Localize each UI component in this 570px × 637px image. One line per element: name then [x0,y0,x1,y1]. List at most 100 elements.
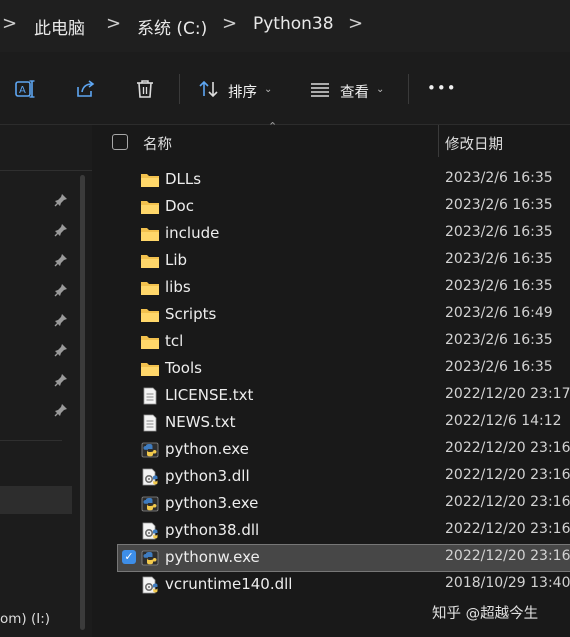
rename-icon[interactable]: A [14,78,36,100]
column-header-row: ⌃ 名称 修改日期 [98,120,570,159]
chevron-down-icon: ⌄ [376,84,385,95]
file-modified-date: 2023/2/6 16:35 [445,359,553,375]
folder-icon [140,306,160,324]
breadcrumb-separator: > [2,13,18,34]
view-list-icon [311,83,329,97]
file-row[interactable]: python3.exe 2022/12/20 23:16 [118,491,570,517]
file-name: include [165,224,220,242]
sort-ascending-icon: ⌃ [268,120,278,133]
nav-item-selected[interactable] [0,486,72,514]
file-modified-date: 2022/12/20 23:16 [445,521,570,537]
file-name: python.exe [165,440,249,458]
toolbar-divider [408,74,409,104]
select-all-checkbox[interactable] [112,134,128,150]
chevron-down-icon: ⌄ [264,84,273,95]
file-row[interactable]: python3.dll 2022/12/20 23:16 [118,464,570,490]
dll-file-icon [140,522,160,540]
file-name: LICENSE.txt [165,386,254,404]
file-row[interactable]: ✓ pythonw.exe 2022/12/20 23:16 [117,544,570,572]
folder-icon [140,333,160,351]
file-name: pythonw.exe [165,548,260,566]
file-modified-date: 2023/2/6 16:35 [445,224,553,240]
pin-icon[interactable] [54,223,68,237]
python-exe-icon [140,441,160,459]
dll-file-icon [140,468,160,486]
file-row[interactable]: python.exe 2022/12/20 23:16 [118,437,570,463]
file-row[interactable]: LICENSE.txt 2022/12/20 23:17 [118,383,570,409]
file-name: python3.exe [165,494,259,512]
text-file-icon [140,387,160,405]
file-name: python3.dll [165,467,250,485]
file-modified-date: 2023/2/6 16:35 [445,197,553,213]
column-header-modified[interactable]: 修改日期 [445,133,503,154]
file-name: libs [165,278,191,296]
folder-icon [140,171,160,189]
view-label: 查看 [340,85,369,101]
file-modified-date: 2023/2/6 16:35 [445,170,553,186]
breadcrumb-item-this-pc[interactable]: 此电脑 [34,14,85,39]
file-name: NEWS.txt [165,413,236,431]
share-icon[interactable] [74,78,96,100]
folder-icon [140,252,160,270]
pin-icon[interactable] [54,313,68,327]
file-modified-date: 2018/10/29 13:40 [445,575,570,591]
pin-icon[interactable] [54,253,68,267]
breadcrumb-separator[interactable]: > [222,13,237,34]
file-name: tcl [165,332,184,350]
file-row[interactable]: Doc 2023/2/6 16:35 [118,194,570,220]
nav-item-drive[interactable]: om) (I:) [0,611,50,627]
nav-divider [0,440,62,441]
file-row[interactable]: libs 2023/2/6 16:35 [118,275,570,301]
pin-icon[interactable] [54,343,68,357]
file-row[interactable]: DLLs 2023/2/6 16:35 [118,167,570,193]
text-file-icon [140,414,160,432]
python-exe-icon [140,495,160,513]
row-checkbox[interactable]: ✓ [122,550,136,564]
file-explorer-window: > 此电脑 > 系统 (C:) > Python38 > A 排序 ⌄ 查看 ⌄… [0,0,570,637]
toolbar-divider [179,74,180,104]
column-header-name[interactable]: 名称 [143,133,172,154]
file-name: Lib [165,251,188,269]
file-name: DLLs [165,170,202,188]
pin-icon[interactable] [54,193,68,207]
breadcrumb-separator[interactable]: > [106,13,121,34]
file-modified-date: 2022/12/20 23:16 [445,467,570,483]
file-name: Tools [165,359,202,377]
file-row[interactable]: NEWS.txt 2022/12/6 14:12 [118,410,570,436]
trash-icon[interactable] [134,78,156,100]
address-bar[interactable]: > 此电脑 > 系统 (C:) > Python38 > [0,0,570,52]
sort-label: 排序 [228,85,257,101]
column-divider[interactable] [438,125,439,157]
file-row[interactable]: Tools 2023/2/6 16:35 [118,356,570,382]
breadcrumb-separator[interactable]: > [348,13,363,34]
more-options-button[interactable]: ••• [427,79,457,97]
breadcrumb-item-python38[interactable]: Python38 [253,14,334,34]
file-row[interactable]: include 2023/2/6 16:35 [118,221,570,247]
svg-text:A: A [19,85,26,96]
nav-scrollbar[interactable] [80,175,85,630]
nav-divider [0,170,92,171]
dll-file-icon [140,576,160,594]
file-name: vcruntime140.dll [165,575,293,593]
sort-icon [199,80,218,98]
file-name: Scripts [165,305,217,323]
python-exe-icon [140,549,160,567]
command-bar: A 排序 ⌄ 查看 ⌄ ••• [0,52,570,125]
file-modified-date: 2023/2/6 16:35 [445,278,553,294]
breadcrumb-item-system-drive[interactable]: 系统 (C:) [137,14,207,39]
navigation-pane: om) (I:) [0,125,92,637]
pin-icon[interactable] [54,283,68,297]
pin-icon[interactable] [54,403,68,417]
file-modified-date: 2022/12/20 23:16 [445,494,570,510]
file-row[interactable]: Scripts 2023/2/6 16:49 [118,302,570,328]
pin-icon[interactable] [54,373,68,387]
watermark: 知乎 @超越今生 [432,606,539,622]
file-modified-date: 2023/2/6 16:35 [445,332,553,348]
file-modified-date: 2022/12/20 23:16 [445,440,570,456]
file-row[interactable]: python38.dll 2022/12/20 23:16 [118,518,570,544]
file-row[interactable]: Lib 2023/2/6 16:35 [118,248,570,274]
file-modified-date: 2023/2/6 16:49 [445,305,553,321]
file-name: python38.dll [165,521,260,539]
file-row[interactable]: vcruntime140.dll 2018/10/29 13:40 [118,572,570,598]
file-row[interactable]: tcl 2023/2/6 16:35 [118,329,570,355]
